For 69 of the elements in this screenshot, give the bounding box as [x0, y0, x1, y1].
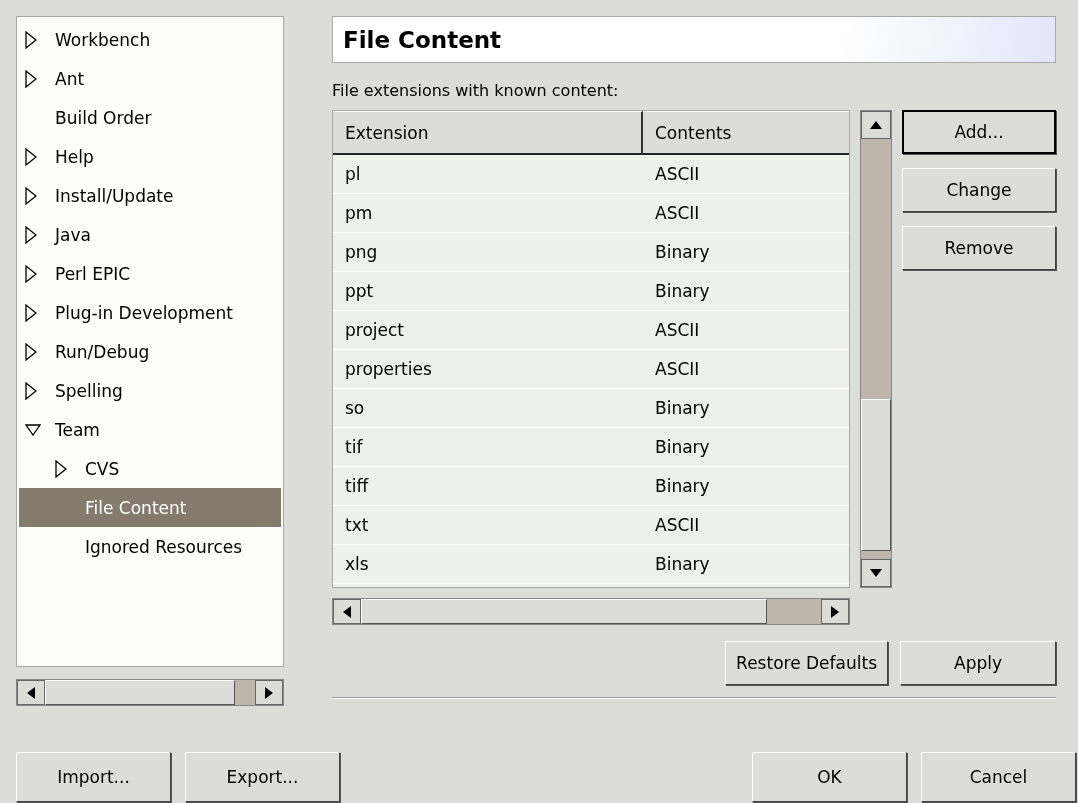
collapsed-triangle-icon[interactable]	[55, 459, 67, 478]
collapsed-triangle-icon[interactable]	[25, 30, 37, 49]
dialog-button[interactable]: OK	[752, 752, 907, 802]
collapsed-triangle-icon[interactable]	[25, 186, 37, 205]
tree-item[interactable]: Ignored Resources	[19, 527, 281, 566]
tree-item[interactable]: File Content	[19, 488, 281, 527]
transfer-button[interactable]: Import...	[16, 752, 171, 802]
side-button[interactable]: Add...	[902, 110, 1056, 154]
transfer-button[interactable]: Export...	[185, 752, 340, 802]
collapsed-triangle-icon[interactable]	[25, 264, 37, 283]
table-cell-text: Binary	[654, 476, 711, 496]
tree-item[interactable]: Install/Update	[19, 176, 281, 215]
horizontal-scrollbar[interactable]	[332, 598, 850, 625]
tree-item[interactable]: Java	[19, 215, 281, 254]
table-cell-text: Binary	[654, 242, 711, 262]
page-button[interactable]: Restore Defaults	[725, 641, 888, 685]
table-cell-text: txt	[344, 515, 370, 535]
table-cell-text: tiff	[344, 476, 370, 496]
table-cell-text: tif	[344, 437, 364, 457]
collapsed-triangle-icon[interactable]	[25, 303, 37, 322]
tree-item[interactable]: Workbench	[19, 20, 281, 59]
collapsed-triangle-icon[interactable]	[25, 225, 37, 244]
table-cell-text: ASCII	[654, 359, 701, 379]
table-cell-text: properties	[344, 359, 433, 379]
tree-item[interactable]: CVS	[19, 449, 281, 488]
tree-item[interactable]: Team	[19, 410, 281, 449]
page-title: File Content	[332, 16, 1056, 63]
dialog-button[interactable]: Cancel	[921, 752, 1076, 802]
side-button[interactable]: Remove	[902, 226, 1056, 270]
collapsed-triangle-icon[interactable]	[25, 147, 37, 166]
table-cell-text: Binary	[654, 554, 711, 574]
table-cell-text: ASCII	[654, 164, 701, 184]
table-cell-text: Binary	[654, 398, 711, 418]
table-cell-text: ASCII	[654, 203, 701, 223]
table-cell-text: project	[344, 320, 405, 340]
expanded-triangle-icon[interactable]	[25, 423, 41, 436]
table-cell-text: ASCII	[654, 515, 701, 535]
column-header[interactable]: Extension	[333, 111, 643, 155]
tree-item[interactable]: Perl EPIC	[19, 254, 281, 293]
tree-item[interactable]: Run/Debug	[19, 332, 281, 371]
collapsed-triangle-icon[interactable]	[25, 69, 37, 88]
table-cell-text: ASCII	[654, 320, 701, 340]
vertical-scrollbar[interactable]	[860, 110, 892, 588]
scroll-right-icon[interactable]	[831, 605, 839, 618]
collapsed-triangle-icon[interactable]	[25, 342, 37, 361]
scroll-left-icon[interactable]	[27, 686, 35, 699]
table-cell-text: pl	[344, 164, 362, 184]
scroll-up-icon[interactable]	[870, 121, 882, 129]
tree-item[interactable]: Spelling	[19, 371, 281, 410]
table-cell-text: so	[344, 398, 366, 418]
tree-item[interactable]: Help	[19, 137, 281, 176]
column-header[interactable]: Contents	[643, 111, 849, 155]
scroll-down-icon[interactable]	[870, 569, 882, 577]
side-button[interactable]: Change	[902, 168, 1056, 212]
tree-item[interactable]: Ant	[19, 59, 281, 98]
scroll-left-icon[interactable]	[343, 605, 351, 618]
tree-item[interactable]: Plug-in Development	[19, 293, 281, 332]
tree-item[interactable]: Build Order	[19, 98, 281, 137]
table-cell-text: xls	[344, 554, 370, 574]
scroll-right-icon[interactable]	[265, 686, 273, 699]
horizontal-scrollbar[interactable]	[16, 679, 284, 706]
table-label: File extensions with known content:	[332, 81, 620, 100]
table-cell-text: ppt	[344, 281, 375, 301]
page-button[interactable]: Apply	[900, 641, 1056, 685]
table-cell-text: Binary	[654, 437, 711, 457]
table-cell-text: pm	[344, 203, 374, 223]
table-cell-text: Binary	[654, 281, 711, 301]
table-cell-text: png	[344, 242, 379, 262]
collapsed-triangle-icon[interactable]	[25, 381, 37, 400]
